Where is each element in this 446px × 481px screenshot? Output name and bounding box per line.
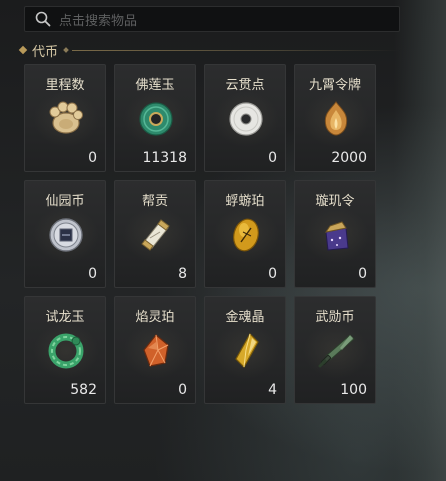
item-count: 0 <box>178 382 187 398</box>
item-name: 金魂晶 <box>225 310 265 325</box>
item-name: 九霄令牌 <box>308 78 361 93</box>
item-card[interactable]: 云贯点 0 <box>204 64 286 172</box>
orange-crystal-icon <box>143 334 169 367</box>
item-card[interactable]: 璇玑令 0 <box>294 180 376 288</box>
search-input[interactable]: 点击搜索物品 <box>59 10 137 29</box>
item-card[interactable]: 试龙玉 582 <box>24 296 106 404</box>
search-bar[interactable]: 点击搜索物品 <box>24 6 400 32</box>
section-header-currency: 代币 <box>18 40 400 60</box>
item-count: 100 <box>340 382 367 398</box>
item-card[interactable]: 武勋币 100 <box>294 296 376 404</box>
item-name: 里程数 <box>45 78 85 93</box>
item-card[interactable]: 里程数 0 <box>24 64 106 172</box>
item-count: 4 <box>268 382 277 398</box>
item-card[interactable]: 九霄令牌 2000 <box>294 64 376 172</box>
item-card[interactable]: 仙园币 0 <box>24 180 106 288</box>
item-count: 0 <box>88 266 97 282</box>
item-name: 仙园币 <box>45 194 85 209</box>
flame-emblem-icon <box>324 101 348 136</box>
item-card[interactable]: 帮贡 8 <box>114 180 196 288</box>
paw-token-icon <box>49 101 83 134</box>
section-divider <box>72 49 400 51</box>
item-name: 武勋币 <box>315 310 355 325</box>
item-count: 0 <box>358 266 367 282</box>
item-count: 0 <box>268 150 277 166</box>
scroll-badge-icon <box>141 219 170 251</box>
jade-ring-icon <box>139 102 173 136</box>
item-name: 璇玑令 <box>315 194 355 209</box>
silver-coin-icon <box>49 218 83 252</box>
purple-pouch-icon <box>324 221 349 251</box>
gold-crystal-icon <box>235 333 259 368</box>
item-card[interactable]: 佛莲玉 11318 <box>114 64 196 172</box>
section-diamond-icon <box>18 45 28 55</box>
item-card[interactable]: 蜉蝣珀 0 <box>204 180 286 288</box>
item-name: 蜉蝣珀 <box>225 194 265 209</box>
white-disc-icon <box>229 102 263 136</box>
divider-dot <box>63 47 69 53</box>
item-count: 0 <box>88 150 97 166</box>
item-name: 试龙玉 <box>45 310 85 325</box>
item-count: 2000 <box>331 150 367 166</box>
item-name: 帮贡 <box>141 194 168 209</box>
item-count: 0 <box>268 266 277 282</box>
item-name: 云贯点 <box>225 78 265 93</box>
green-blade-icon <box>318 334 355 368</box>
amber-insect-icon <box>233 218 259 252</box>
background-scene-edge <box>394 0 446 481</box>
item-name: 焰灵珀 <box>135 310 175 325</box>
item-count: 11318 <box>142 150 187 166</box>
item-count: 8 <box>178 266 187 282</box>
green-dragon-jade-icon <box>48 333 84 369</box>
item-card[interactable]: 金魂晶 4 <box>204 296 286 404</box>
item-name: 佛莲玉 <box>135 78 175 93</box>
section-title: 代币 <box>32 44 59 60</box>
item-count: 582 <box>70 382 97 398</box>
item-card[interactable]: 焰灵珀 0 <box>114 296 196 404</box>
search-icon <box>35 11 51 27</box>
